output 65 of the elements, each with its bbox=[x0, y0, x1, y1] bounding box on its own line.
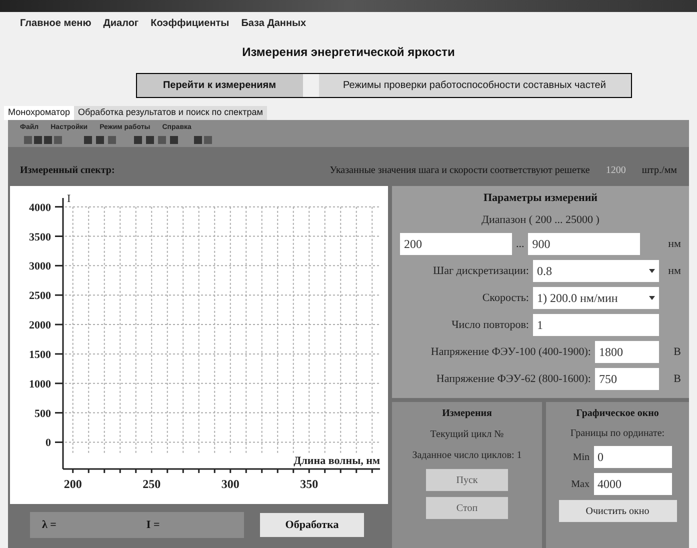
start-button[interactable]: Пуск bbox=[426, 469, 508, 491]
menu-item[interactable]: Диалог bbox=[103, 16, 139, 31]
menu-item[interactable]: Главное меню bbox=[20, 16, 92, 31]
x-tick-label: 350 bbox=[300, 477, 318, 491]
wavelength-readout: λ = bbox=[42, 518, 56, 533]
current-cycle-label: Текущий цикл № bbox=[430, 428, 504, 442]
process-button[interactable]: Обработка bbox=[260, 513, 364, 537]
repeats-label: Число повторов: bbox=[452, 318, 529, 333]
params-title: Параметры измерений bbox=[483, 191, 598, 206]
step-dropdown[interactable]: 0.8 bbox=[533, 260, 659, 282]
mode-button[interactable]: Перейти к измерениям bbox=[136, 74, 302, 97]
step-label: Шаг дискретизации: bbox=[433, 264, 529, 279]
voltage-field[interactable]: 1800 bbox=[595, 341, 659, 363]
range-from-field[interactable]: 200 bbox=[400, 233, 512, 255]
unit-label: В bbox=[672, 372, 681, 387]
grating-note: Указанные значения шага и скорости соответствуют решетке bbox=[330, 164, 590, 178]
measure-title: Измерения bbox=[442, 407, 492, 421]
repeats-field[interactable]: 1 bbox=[533, 314, 659, 336]
max-label: Max bbox=[570, 478, 590, 492]
x-axis-label: Длина волны, нм bbox=[294, 455, 380, 467]
unit-label: В bbox=[672, 344, 681, 360]
total-cycles-label: Заданное число циклов: 1 bbox=[412, 449, 522, 463]
y-tick-label: 3000 bbox=[29, 260, 51, 273]
stop-button[interactable]: Стоп bbox=[426, 497, 508, 519]
dropdown-arrow-icon bbox=[649, 296, 655, 300]
speed-label: Скорость: bbox=[482, 290, 529, 306]
unit-label: нм bbox=[667, 264, 681, 279]
y-tick-label: 3500 bbox=[29, 231, 51, 244]
min-label: Min bbox=[572, 450, 590, 464]
voltage-field[interactable]: 750 bbox=[595, 368, 659, 390]
y-tick-label: 1000 bbox=[29, 378, 51, 390]
range-separator: ... bbox=[516, 236, 524, 252]
mode-button[interactable]: Режимы проверки работоспособности составных частей bbox=[318, 74, 630, 97]
y-tick-label: 4000 bbox=[29, 202, 51, 214]
y-axis-label: I bbox=[67, 193, 71, 205]
page-title: Измерения энергетической яркости bbox=[242, 44, 455, 61]
dropdown-arrow-icon bbox=[649, 269, 655, 273]
y-tick-label: 0 bbox=[46, 437, 51, 450]
grating-unit: штр./мм bbox=[642, 164, 677, 178]
range-label: Диапазон ( 200 ... 25000 ) bbox=[482, 212, 600, 228]
voltage-label: Напряжение ФЭУ-62 (800-1600): bbox=[436, 372, 591, 387]
limits-label: Границы по ординате: bbox=[570, 427, 665, 441]
unit-label: нм bbox=[668, 236, 681, 252]
menu-item[interactable]: Коэффициенты bbox=[150, 16, 230, 31]
x-tick-label: 250 bbox=[142, 477, 161, 491]
toolbar-icons-drawing[interactable] bbox=[24, 135, 214, 145]
x-tick-label: 200 bbox=[64, 477, 82, 491]
speed-dropdown[interactable]: 1) 200.0 нм/мин bbox=[533, 287, 659, 309]
y-tick-label: 500 bbox=[34, 408, 51, 420]
y-tick-label: 1500 bbox=[29, 348, 51, 361]
y-tick-label: 2500 bbox=[29, 290, 51, 302]
graph-title: Графическое окно bbox=[576, 407, 659, 421]
y-tick-label: 2000 bbox=[29, 320, 51, 332]
spectrum-label: Измеренный спектр: bbox=[20, 164, 115, 178]
tab[interactable]: Монохроматор bbox=[4, 106, 74, 120]
menu-item[interactable]: База Данных bbox=[241, 16, 306, 31]
voltage-label: Напряжение ФЭУ-100 (400-1900): bbox=[430, 344, 591, 360]
grating-value: 1200 bbox=[604, 164, 627, 178]
intensity-readout: I = bbox=[146, 518, 160, 533]
tab[interactable]: Обработка результатов и поиск по спектрам bbox=[74, 106, 267, 120]
range-to-field[interactable]: 900 bbox=[528, 233, 640, 255]
clear-button[interactable]: Очистить окно bbox=[558, 500, 676, 522]
max-field[interactable]: 4000 bbox=[594, 473, 672, 495]
x-tick-label: 300 bbox=[221, 477, 240, 491]
min-field[interactable]: 0 bbox=[594, 446, 672, 468]
